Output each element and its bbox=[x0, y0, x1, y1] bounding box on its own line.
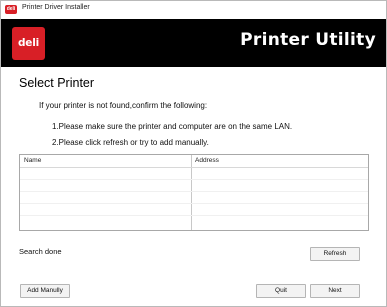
row-line bbox=[20, 191, 368, 192]
instruction-message: If your printer is not found,confirm the… bbox=[39, 101, 208, 110]
header-banner: deli Printer Utility bbox=[1, 19, 386, 67]
app-logo-icon: deli bbox=[5, 5, 17, 14]
add-manually-button[interactable]: Add Manully bbox=[20, 284, 70, 298]
column-header-name[interactable]: Name bbox=[24, 157, 41, 164]
row-line bbox=[20, 203, 368, 204]
row-line bbox=[20, 215, 368, 216]
deli-logo: deli bbox=[12, 27, 45, 60]
installer-window: deli Printer Driver Installer deli Print… bbox=[0, 0, 387, 307]
row-line bbox=[20, 179, 368, 180]
column-header-address[interactable]: Address bbox=[195, 157, 219, 164]
quit-button[interactable]: Quit bbox=[256, 284, 306, 298]
refresh-button[interactable]: Refresh bbox=[310, 247, 360, 261]
banner-title: Printer Utility bbox=[240, 30, 376, 50]
next-button[interactable]: Next bbox=[310, 284, 360, 298]
window-title: Printer Driver Installer bbox=[22, 4, 90, 11]
title-bar[interactable]: deli Printer Driver Installer bbox=[1, 1, 386, 19]
instruction-step-2: 2.Please click refresh or try to add man… bbox=[52, 138, 209, 147]
header-divider bbox=[20, 167, 368, 168]
printer-list-table[interactable]: Name Address bbox=[19, 154, 369, 231]
search-status: Search done bbox=[19, 247, 62, 256]
section-title: Select Printer bbox=[19, 76, 95, 90]
instruction-step-1: 1.Please make sure the printer and compu… bbox=[52, 122, 293, 131]
